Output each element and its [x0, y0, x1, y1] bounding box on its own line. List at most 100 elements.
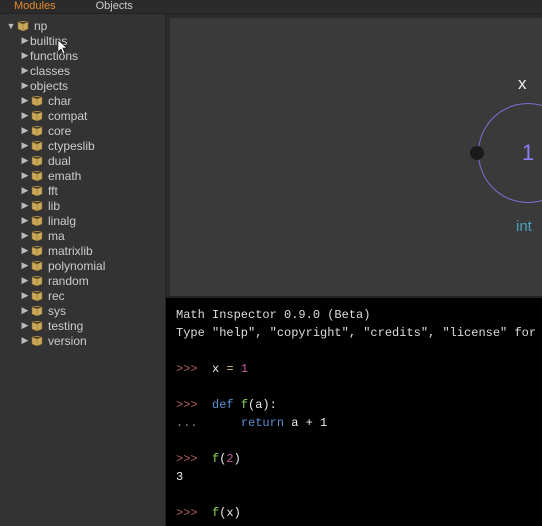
package-icon [30, 155, 44, 167]
tree-label: rec [48, 289, 65, 303]
tree-item-core[interactable]: ▶ core [0, 123, 165, 138]
continuation-icon: ... [176, 416, 198, 430]
tree-label: linalg [48, 214, 76, 228]
chevron-right-icon: ▶ [20, 290, 30, 301]
tree-item-classes[interactable]: ▶classes [0, 63, 165, 78]
tree-label: version [48, 334, 87, 348]
package-icon [30, 230, 44, 242]
tree-item-ma[interactable]: ▶ ma [0, 228, 165, 243]
console-result: 3 [176, 470, 183, 484]
chevron-right-icon: ▶ [20, 230, 30, 241]
tree-item-sys[interactable]: ▶ sys [0, 303, 165, 318]
chevron-right-icon: ▶ [20, 275, 30, 286]
tab-objects[interactable]: Objects [96, 0, 133, 12]
tree-item-polynomial[interactable]: ▶ polynomial [0, 258, 165, 273]
tree-item-dual[interactable]: ▶dual [0, 153, 165, 168]
prompt-icon: >>> [176, 452, 198, 466]
chevron-right-icon: ▶ [20, 65, 30, 76]
console-text: 2 [226, 452, 233, 466]
console-text: a + 1 [291, 416, 327, 430]
tree-label: objects [30, 79, 68, 93]
tree-item-compat[interactable]: ▶ compat [0, 108, 165, 123]
console-text: ) [234, 452, 241, 466]
tree-item-testing[interactable]: ▶testing [0, 318, 165, 333]
chevron-right-icon: ▶ [20, 95, 30, 106]
tree-item-matrixlib[interactable]: ▶ matrixlib [0, 243, 165, 258]
tab-bar: Modules Objects [0, 0, 542, 14]
tree-label: classes [30, 64, 70, 78]
node-canvas[interactable]: x 1 int [166, 14, 542, 296]
tree-item-lib[interactable]: ▶ lib [0, 198, 165, 213]
tree-label: ma [48, 229, 65, 243]
tree-item-builtins[interactable]: ▶builtins [0, 33, 165, 48]
chevron-right-icon: ▶ [20, 335, 30, 346]
tree-item-objects[interactable]: ▶objects [0, 78, 165, 93]
package-icon [30, 245, 44, 257]
tree-label: emath [48, 169, 81, 183]
tree-item-char[interactable]: ▶ char [0, 93, 165, 108]
tree-item-ctypeslib[interactable]: ▶ ctypeslib [0, 138, 165, 153]
chevron-right-icon: ▶ [20, 125, 30, 136]
tree-label: testing [48, 319, 83, 333]
tree-label: compat [48, 109, 87, 123]
tree-label: matrixlib [48, 244, 93, 258]
package-icon [30, 260, 44, 272]
package-icon [30, 335, 44, 347]
tree-item-version[interactable]: ▶ version [0, 333, 165, 348]
tree-label: fft [48, 184, 58, 198]
node-value: 1 [522, 140, 534, 166]
package-icon [30, 140, 44, 152]
chevron-right-icon: ▶ [20, 110, 30, 121]
prompt-icon: >>> [176, 398, 198, 412]
prompt-icon: >>> [176, 362, 198, 376]
tree-item-random[interactable]: ▶random [0, 273, 165, 288]
tree-item-fft[interactable]: ▶ fft [0, 183, 165, 198]
chevron-right-icon: ▶ [20, 80, 30, 91]
chevron-right-icon: ▶ [20, 215, 30, 226]
package-icon [30, 95, 44, 107]
chevron-right-icon: ▶ [20, 260, 30, 271]
chevron-right-icon: ▶ [20, 185, 30, 196]
tree-item-emath[interactable]: ▶ emath [0, 168, 165, 183]
chevron-right-icon: ▶ [20, 305, 30, 316]
console-text: = [226, 362, 233, 376]
chevron-right-icon: ▶ [20, 35, 30, 46]
chevron-right-icon: ▶ [20, 200, 30, 211]
package-icon [30, 320, 44, 332]
package-icon [30, 110, 44, 122]
console-text: x [226, 506, 233, 520]
tree-label: core [48, 124, 71, 138]
tree-label: builtins [30, 34, 67, 48]
tab-modules[interactable]: Modules [14, 0, 56, 12]
tree-label: ctypeslib [48, 139, 95, 153]
chevron-down-icon: ▼ [6, 21, 16, 31]
console-text: x [212, 362, 219, 376]
tree-label: dual [48, 154, 71, 168]
tree-item-linalg[interactable]: ▶ linalg [0, 213, 165, 228]
package-icon [30, 290, 44, 302]
console-text: return [241, 416, 284, 430]
package-icon [30, 215, 44, 227]
console[interactable]: Math Inspector 0.9.0 (Beta) Type "help",… [166, 296, 542, 526]
tree-label: np [34, 19, 47, 33]
chevron-right-icon: ▶ [20, 245, 30, 256]
package-icon [30, 275, 44, 287]
tree-label: functions [30, 49, 78, 63]
tree-item-rec[interactable]: ▶ rec [0, 288, 165, 303]
console-text: ) [234, 506, 241, 520]
tree-label: sys [48, 304, 66, 318]
console-text: f [241, 398, 248, 412]
tree-item-functions[interactable]: ▶functions [0, 48, 165, 63]
module-tree[interactable]: ▼ np ▶builtins▶functions▶classes▶objects… [0, 14, 166, 526]
tree-label: polynomial [48, 259, 105, 273]
console-text: def [212, 398, 234, 412]
tree-root-np[interactable]: ▼ np [0, 18, 165, 33]
chevron-right-icon: ▶ [20, 170, 30, 181]
tree-label: char [48, 94, 71, 108]
node-port-left[interactable] [470, 146, 484, 160]
tree-label: lib [48, 199, 60, 213]
console-banner-2: Type "help", "copyright", "credits", "li… [176, 326, 542, 340]
chevron-right-icon: ▶ [20, 140, 30, 151]
node-circle[interactable]: 1 [478, 103, 542, 203]
console-text: (a): [248, 398, 277, 412]
